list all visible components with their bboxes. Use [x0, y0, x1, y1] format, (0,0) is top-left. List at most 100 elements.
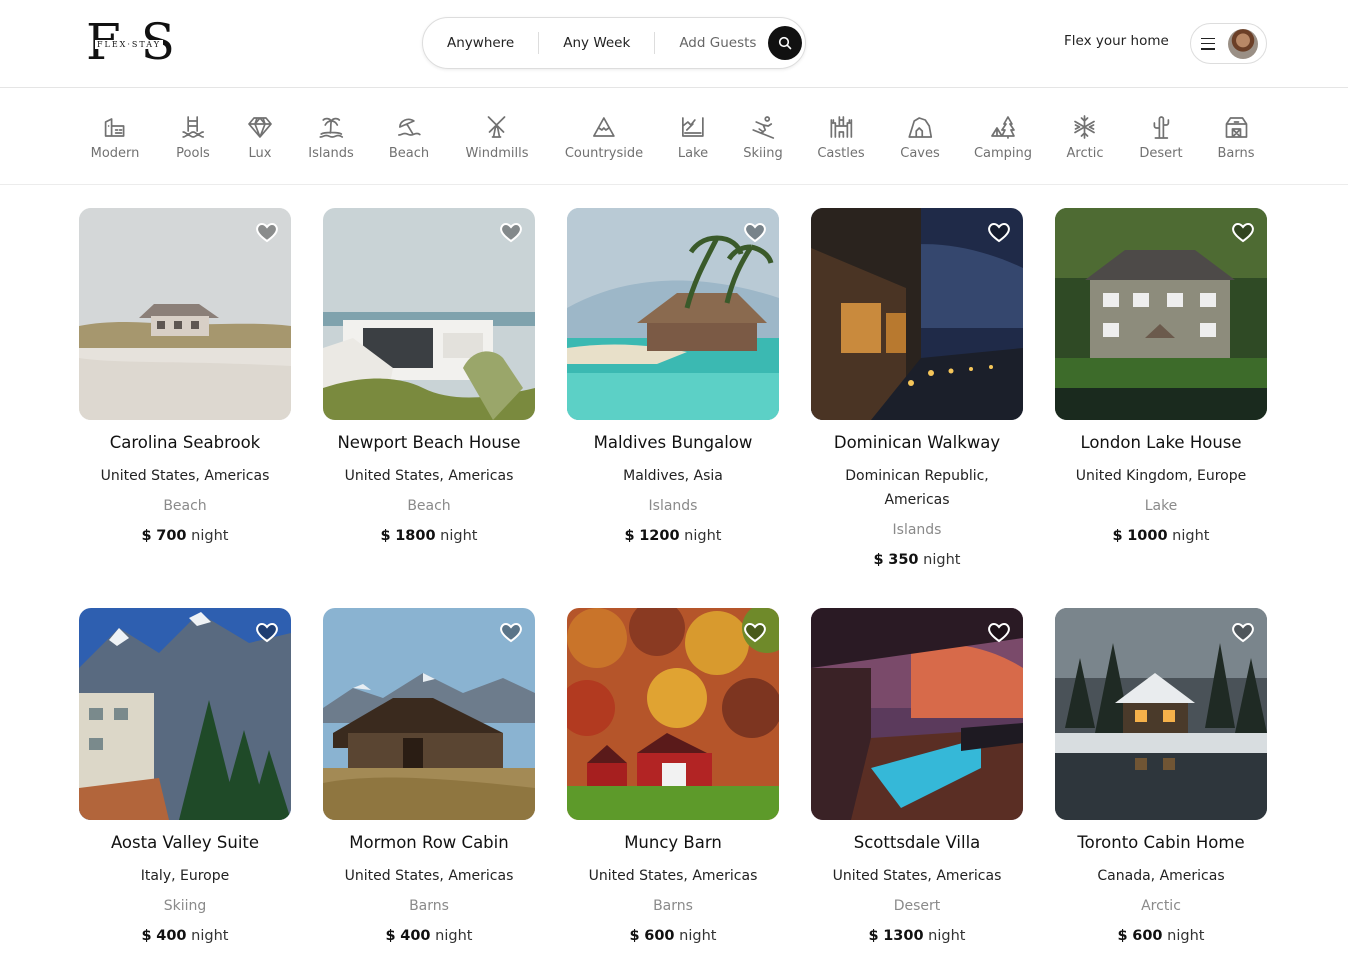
category-windmills[interactable]: Windmills — [465, 114, 529, 161]
listing-photo[interactable] — [811, 208, 1023, 420]
listing-title: Dominican Walkway — [833, 433, 1001, 452]
price-unit: night — [191, 928, 229, 944]
category-modern[interactable]: Modern — [90, 114, 140, 161]
category-castles[interactable]: Castles — [817, 114, 865, 161]
price-currency: $ — [629, 928, 640, 944]
listing-photo[interactable] — [567, 208, 779, 420]
category-skiing[interactable]: Skiing — [743, 114, 783, 161]
castle-icon — [830, 116, 852, 138]
modern-building-icon — [105, 118, 125, 137]
category-label: Windmills — [465, 146, 529, 161]
favorite-heart-icon[interactable] — [255, 220, 279, 244]
category-beach[interactable]: Beach — [389, 114, 429, 161]
favorite-heart-icon[interactable] — [743, 220, 767, 244]
price-currency: $ — [1112, 528, 1123, 544]
category-label: Pools — [176, 146, 210, 161]
search-anywhere[interactable]: Anywhere — [423, 32, 538, 54]
listing-location: Maldives, Asia — [623, 468, 723, 484]
category-lake[interactable]: Lake — [678, 114, 708, 161]
listing-card[interactable]: Mormon Row Cabin United States, Americas… — [323, 608, 535, 946]
favorite-heart-icon[interactable] — [987, 620, 1011, 644]
category-barns[interactable]: Barns — [1217, 114, 1255, 161]
user-menu-button[interactable] — [1190, 23, 1267, 64]
category-label: Barns — [1217, 146, 1255, 161]
price-unit: night — [1172, 528, 1210, 544]
mountain-icon — [593, 117, 615, 137]
flexstay-logo[interactable]: FS FLEX·STAY — [86, 17, 175, 69]
category-label: Arctic — [1066, 146, 1104, 161]
listing-card[interactable]: Maldives Bungalow Maldives, Asia Islands… — [567, 208, 779, 546]
listing-price: $ 1200 night — [567, 526, 779, 546]
listing-photo[interactable] — [79, 208, 291, 420]
listing-price: $ 1300 night — [811, 926, 1023, 946]
snowflake-icon — [1074, 115, 1096, 139]
windmill-icon — [488, 116, 506, 138]
category-arctic[interactable]: Arctic — [1066, 114, 1104, 161]
listing-card[interactable]: Scottsdale Villa United States, Americas… — [811, 608, 1023, 946]
listing-location: United Kingdom, Europe — [1075, 468, 1247, 484]
category-camping[interactable]: Camping — [974, 114, 1032, 161]
search-bar[interactable]: Anywhere Any Week Add Guests — [422, 17, 806, 69]
favorite-heart-icon[interactable] — [499, 220, 523, 244]
category-islands[interactable]: Islands — [308, 114, 354, 161]
favorite-heart-icon[interactable] — [1231, 220, 1255, 244]
category-pools[interactable]: Pools — [176, 114, 210, 161]
category-label: Castles — [817, 146, 865, 161]
listing-title: Scottsdale Villa — [853, 833, 981, 852]
category-bar: Modern Pools Lux Islands Beach Windmills… — [0, 88, 1348, 185]
search-button[interactable] — [768, 26, 803, 60]
price-currency: $ — [1117, 928, 1128, 944]
category-lux[interactable]: Lux — [247, 114, 273, 161]
listing-category: Beach — [163, 498, 207, 514]
listing-card[interactable]: Dominican Walkway Dominican Republic, Am… — [811, 208, 1023, 570]
category-caves[interactable]: Caves — [900, 114, 940, 161]
favorite-heart-icon[interactable] — [743, 620, 767, 644]
listing-card[interactable]: Muncy Barn United States, Americas Barns… — [567, 608, 779, 946]
listing-title: Maldives Bungalow — [593, 433, 753, 452]
listing-photo[interactable] — [79, 608, 291, 820]
top-navbar: FS FLEX·STAY Anywhere Any Week Add Guest… — [0, 0, 1348, 88]
category-countryside[interactable]: Countryside — [565, 114, 643, 161]
search-any-week[interactable]: Any Week — [539, 32, 654, 54]
listing-title: Aosta Valley Suite — [110, 833, 260, 852]
listing-photo[interactable] — [323, 608, 535, 820]
listing-card[interactable]: Newport Beach House United States, Ameri… — [323, 208, 535, 546]
favorite-heart-icon[interactable] — [987, 220, 1011, 244]
listing-photo[interactable] — [567, 608, 779, 820]
listing-category: Islands — [648, 498, 698, 514]
listing-price: $ 600 night — [567, 926, 779, 946]
favorite-heart-icon[interactable] — [1231, 620, 1255, 644]
listing-title: London Lake House — [1080, 433, 1242, 452]
price-currency: $ — [141, 528, 152, 544]
favorite-heart-icon[interactable] — [255, 620, 279, 644]
favorite-heart-icon[interactable] — [499, 620, 523, 644]
category-desert[interactable]: Desert — [1139, 114, 1183, 161]
listing-title: Mormon Row Cabin — [349, 833, 509, 852]
listing-photo[interactable] — [811, 608, 1023, 820]
listing-location: United States, Americas — [344, 868, 514, 884]
price-unit: night — [923, 552, 961, 568]
listing-location: United States, Americas — [344, 468, 514, 484]
listing-title: Toronto Cabin Home — [1077, 833, 1245, 852]
price-amount: 1000 — [1127, 528, 1168, 544]
listing-photo[interactable] — [1055, 608, 1267, 820]
price-unit: night — [440, 528, 478, 544]
listing-card[interactable]: London Lake House United Kingdom, Europe… — [1055, 208, 1267, 546]
category-label: Modern — [90, 146, 140, 161]
price-currency: $ — [873, 552, 884, 568]
listing-price: $ 1800 night — [323, 526, 535, 546]
listing-card[interactable]: Carolina Seabrook United States, America… — [79, 208, 291, 546]
listing-location: United States, Americas — [100, 468, 270, 484]
hamburger-menu-icon — [1201, 37, 1215, 50]
listing-card[interactable]: Toronto Cabin Home Canada, Americas Arct… — [1055, 608, 1267, 946]
listing-photo[interactable] — [323, 208, 535, 420]
search-add-guests[interactable]: Add Guests — [655, 32, 768, 54]
listing-price: $ 400 night — [323, 926, 535, 946]
listing-photo[interactable] — [1055, 208, 1267, 420]
price-unit: night — [928, 928, 966, 944]
price-amount: 700 — [156, 528, 187, 544]
flex-your-home-link[interactable]: Flex your home — [1064, 33, 1169, 49]
listing-card[interactable]: Aosta Valley Suite Italy, Europe Skiing … — [79, 608, 291, 946]
cactus-icon — [1153, 116, 1169, 139]
lake-icon — [682, 117, 704, 137]
